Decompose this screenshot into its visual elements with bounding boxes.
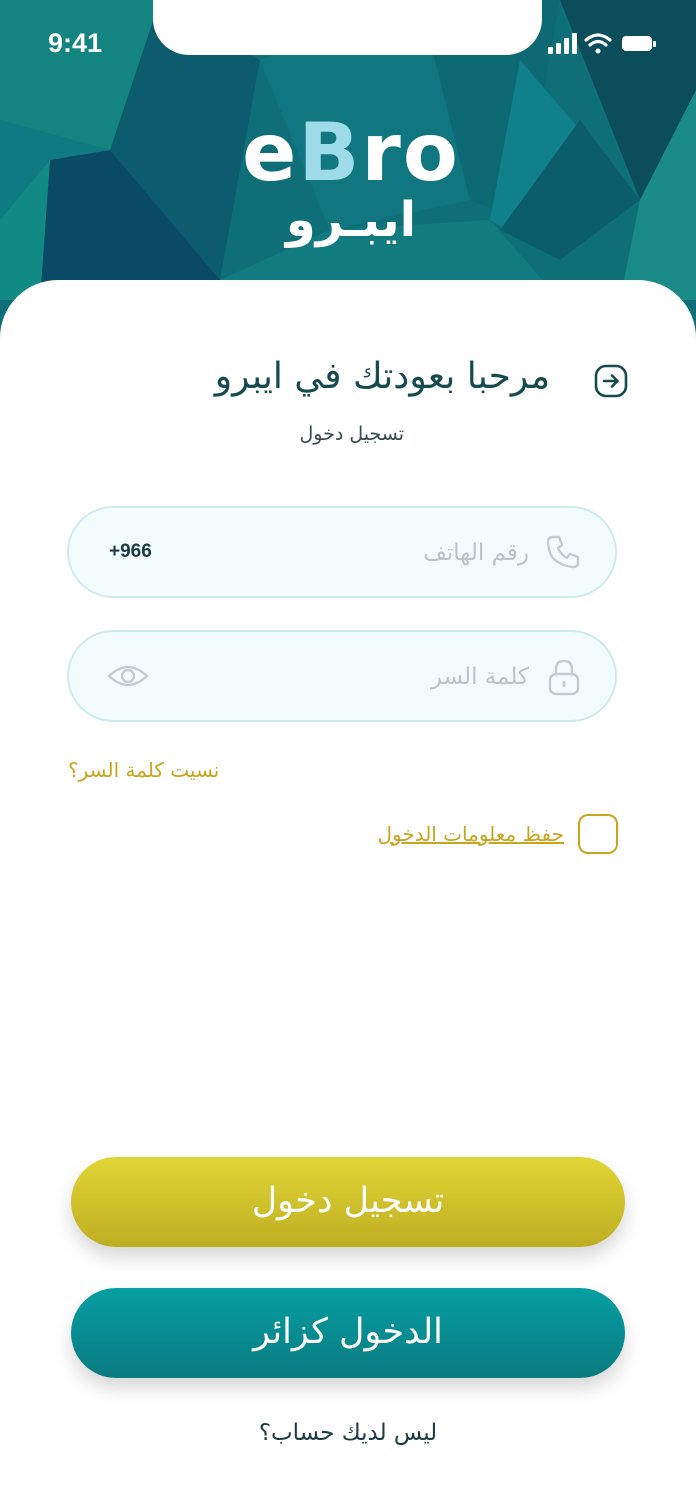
remember-me-label[interactable]: حفظ معلومات الدخول	[377, 822, 564, 846]
forgot-password-link[interactable]: نسيت كلمة السر؟	[68, 758, 219, 782]
remember-me-checkbox[interactable]	[578, 814, 618, 854]
signup-link[interactable]: ليس لديك حساب؟	[0, 1420, 696, 1446]
password-field[interactable]	[67, 630, 617, 722]
status-time: 9:41	[48, 28, 103, 58]
logo-wordmark-latin: eBro	[242, 106, 460, 199]
battery-icon	[622, 36, 656, 51]
country-code: +966	[109, 541, 152, 562]
page-title: مرحبا بعودتك في ايبرو	[214, 356, 550, 397]
phone-field[interactable]: +966	[67, 506, 617, 598]
logo-wordmark-arabic: ايبـرو	[285, 192, 417, 248]
login-button[interactable]: تسجيل دخول	[71, 1157, 625, 1247]
password-input[interactable]	[227, 654, 531, 700]
eye-icon[interactable]	[107, 662, 149, 690]
signal-icon	[548, 33, 577, 54]
guest-login-button[interactable]: الدخول كزائر	[71, 1288, 625, 1378]
wifi-icon	[584, 33, 612, 54]
status-icons	[548, 32, 658, 60]
device-notch	[153, 0, 542, 55]
ebro-logo: eBro ايبـرو	[226, 106, 476, 249]
lock-icon	[548, 659, 580, 696]
phone-icon	[546, 535, 580, 569]
page-subtitle: تسجيل دخول	[299, 423, 405, 445]
login-arrow-icon	[594, 364, 628, 398]
phone-input[interactable]	[227, 530, 531, 576]
